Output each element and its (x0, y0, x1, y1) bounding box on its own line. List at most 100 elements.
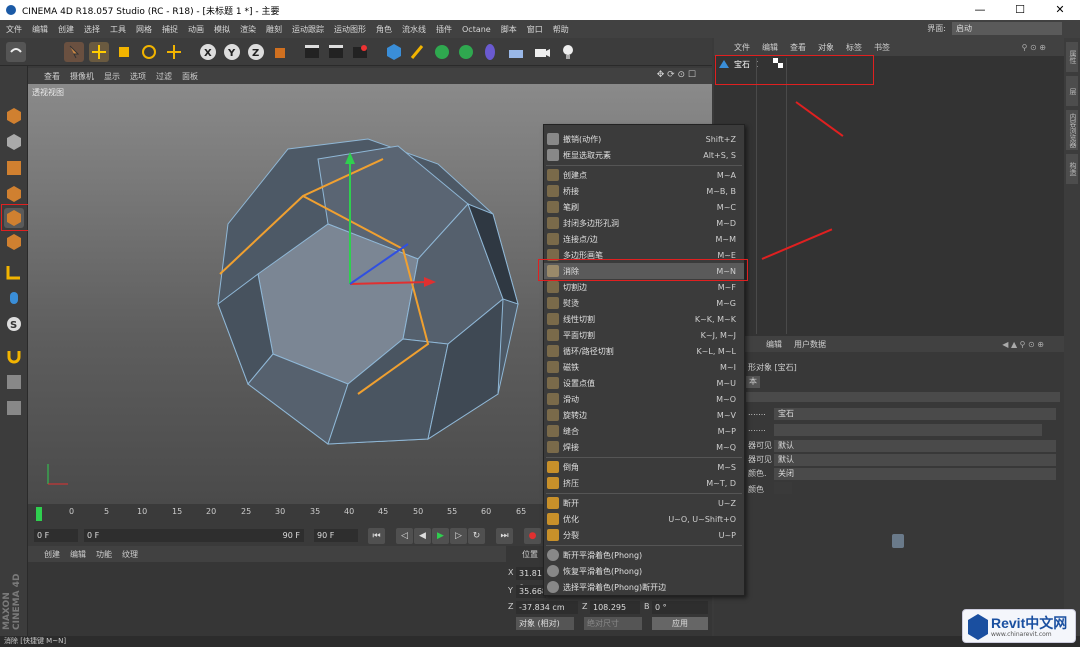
attribute-nav-icon[interactable]: ◀ ▲ ⚲ ⊙ ⊕ (1002, 340, 1044, 349)
viewport-menu-display[interactable]: 显示 (104, 71, 120, 82)
menu-octane[interactable]: Octane (462, 25, 491, 34)
range-slider[interactable]: 0 F 90 F (84, 529, 304, 542)
y-axis-lock-icon[interactable]: Y (222, 42, 242, 62)
menu-create[interactable]: 创建 (58, 24, 74, 35)
coord-mode-dropdown[interactable]: 对象 (相对) (516, 617, 574, 630)
render-picture-viewer-icon[interactable] (326, 42, 346, 62)
move-tool-icon[interactable] (89, 42, 109, 62)
menu-item[interactable]: 笔刷 M~C (544, 199, 744, 215)
end-frame-field[interactable]: 90 F (314, 529, 358, 542)
viewport-menu-panel[interactable]: 面板 (182, 71, 198, 82)
menu-item[interactable]: 连接点/边 M~M (544, 231, 744, 247)
attr-editor-visible-dropdown[interactable]: 默认 (774, 440, 1056, 452)
x-axis-lock-icon[interactable]: X (198, 42, 218, 62)
render-view-icon[interactable] (302, 42, 322, 62)
menu-item[interactable]: 倒角 M~S (544, 459, 744, 475)
menu-item[interactable]: 挤压 M~T, D (544, 475, 744, 491)
coord-y-field[interactable]: 35.668 (516, 585, 547, 598)
viewport-navigation-icon[interactable]: ✥ ⟳ ⊙ ☐ (657, 70, 696, 80)
menu-item[interactable]: 旋转边 M~V (544, 407, 744, 423)
menu-window[interactable]: 窗口 (527, 24, 543, 35)
tab-layers[interactable]: 层 (1066, 76, 1078, 106)
render-settings-icon[interactable] (350, 42, 370, 62)
tab-content-browser[interactable]: 内容浏览器 (1066, 110, 1078, 150)
camera-icon[interactable] (532, 42, 552, 62)
coord-size-z-field[interactable]: 108.295 cm (590, 601, 640, 625)
menu-item[interactable]: 平面切割 K~J, M~J (544, 327, 744, 343)
select-tool-icon[interactable] (64, 42, 84, 62)
menu-help[interactable]: 帮助 (553, 24, 569, 35)
attribute-tab-basic[interactable]: 本 (746, 376, 760, 388)
menu-item[interactable]: 框显选取元素 Alt+S, S (544, 147, 744, 163)
menu-script[interactable]: 脚本 (501, 24, 517, 35)
cloner-icon[interactable] (456, 42, 476, 62)
menu-mograph[interactable]: 运动图形 (334, 24, 366, 35)
play-icon[interactable]: ▶ (432, 528, 449, 544)
coord-apply-button[interactable]: 应用 (652, 617, 708, 630)
current-frame-field[interactable]: 0 F (34, 529, 78, 542)
attr-color-swatch[interactable] (774, 482, 792, 494)
model-mode-icon[interactable] (4, 132, 24, 152)
menu-item[interactable]: 断开 U~Z (544, 495, 744, 511)
coord-z-field[interactable]: -37.834 cm (516, 601, 578, 614)
menu-sculpt[interactable]: 雕刻 (266, 24, 282, 35)
coord-size-mode-dropdown[interactable]: 绝对尺寸 (584, 617, 642, 630)
point-mode-icon[interactable] (4, 184, 24, 204)
menu-item[interactable]: 切割边 M~F (544, 279, 744, 295)
deformer-icon[interactable] (480, 42, 500, 62)
scale-tool-icon[interactable] (114, 42, 134, 62)
polygon-mode-icon[interactable] (4, 232, 24, 252)
menu-item[interactable]: 桥接 M~B, B (544, 183, 744, 199)
material-menu-create[interactable]: 创建 (44, 549, 60, 560)
go-to-end-icon[interactable]: ⏭ (496, 528, 513, 544)
coord-x-field[interactable]: 31.81 c (516, 567, 546, 591)
menu-item[interactable]: 选择平滑着色(Phong)断开边 (544, 579, 744, 595)
maximize-button[interactable]: ☐ (1000, 0, 1040, 20)
menu-plugins[interactable]: 插件 (436, 24, 452, 35)
menu-character[interactable]: 角色 (376, 24, 392, 35)
material-menu-function[interactable]: 功能 (96, 549, 112, 560)
menu-item[interactable]: 缝合 M~P (544, 423, 744, 439)
light-icon[interactable] (558, 42, 578, 62)
next-frame-icon[interactable]: ▷ (450, 528, 467, 544)
menu-item[interactable]: 设置点值 M~U (544, 375, 744, 391)
menu-item[interactable]: 分裂 U~P (544, 527, 744, 543)
cube-object-icon[interactable] (384, 42, 404, 62)
previous-frame-icon[interactable]: ◀ (414, 528, 431, 544)
menu-animate[interactable]: 动画 (188, 24, 204, 35)
attr-display-color-dropdown[interactable]: 关闭 (774, 468, 1056, 480)
menu-item[interactable]: 撤销(动作) Shift+Z (544, 131, 744, 147)
menu-simulate[interactable]: 模拟 (214, 24, 230, 35)
object-menu-bookmarks[interactable]: 书签 (874, 42, 890, 53)
tab-structure[interactable]: 构造 (1066, 154, 1078, 184)
material-menu-texture[interactable]: 纹理 (122, 549, 138, 560)
floor-icon[interactable] (506, 42, 526, 62)
menu-item[interactable]: 创建点 M~A (544, 167, 744, 183)
pen-spline-icon[interactable] (408, 42, 428, 62)
z-axis-lock-icon[interactable]: Z (246, 42, 266, 62)
tweak-mode-icon[interactable] (4, 288, 24, 308)
minimize-button[interactable]: — (960, 0, 1000, 20)
make-editable-icon[interactable] (4, 106, 24, 126)
go-to-start-icon[interactable]: ⏮ (368, 528, 385, 544)
viewport-menu-view[interactable]: 查看 (44, 71, 60, 82)
menu-render[interactable]: 渲染 (240, 24, 256, 35)
menu-item[interactable]: 循环/路径切割 K~L, M~L (544, 343, 744, 359)
menu-file[interactable]: 文件 (6, 24, 22, 35)
attr-render-visible-dropdown[interactable]: 默认 (774, 454, 1056, 466)
menu-item[interactable]: 封闭多边形孔洞 M~D (544, 215, 744, 231)
menu-item[interactable]: 滑动 M~O (544, 391, 744, 407)
interface-dropdown[interactable]: 启动 (952, 22, 1062, 35)
snap-magnet-icon[interactable] (4, 346, 24, 366)
menu-select[interactable]: 选择 (84, 24, 100, 35)
coord-b-field[interactable]: 0 ° (652, 601, 708, 614)
object-menu-edit[interactable]: 编辑 (762, 42, 778, 53)
object-search-icon[interactable]: ⚲ ⊙ ⊕ (1022, 43, 1046, 52)
previous-key-icon[interactable]: ◁ (396, 528, 413, 544)
menu-item[interactable]: 磁铁 M~I (544, 359, 744, 375)
recent-tool-icon[interactable] (164, 42, 184, 62)
object-menu-object[interactable]: 对象 (818, 42, 834, 53)
viewport-menu-filter[interactable]: 过滤 (156, 71, 172, 82)
timeline-ruler[interactable]: 0 5 10 15 20 25 30 35 40 45 50 55 60 65 … (38, 507, 560, 521)
menu-snap[interactable]: 捕捉 (162, 24, 178, 35)
